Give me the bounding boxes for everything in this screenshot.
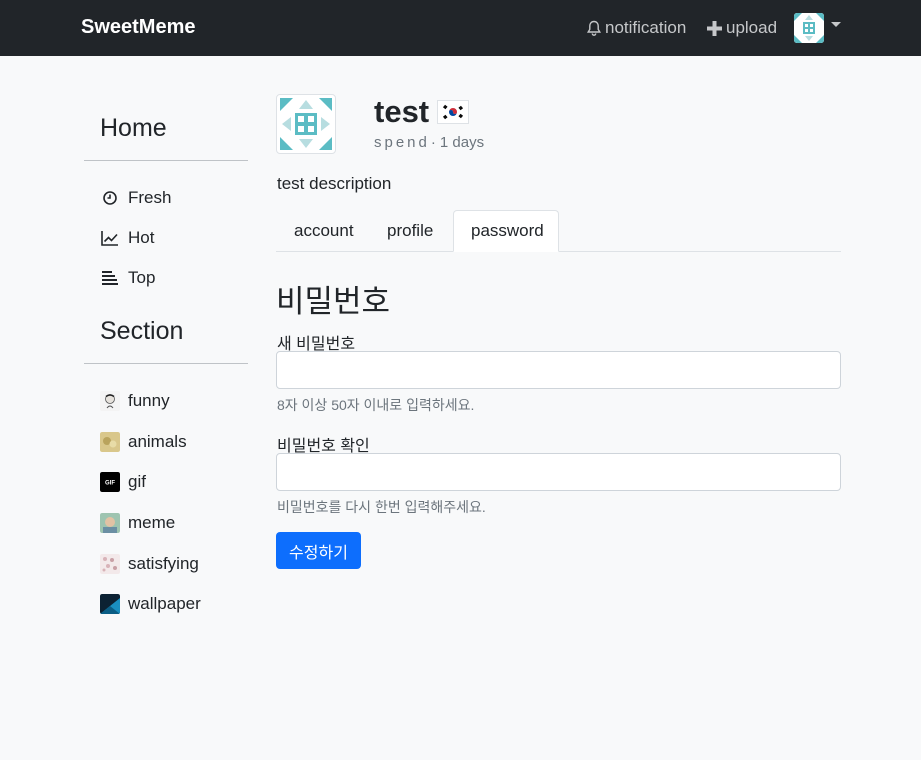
meme-thumbnail [100, 513, 120, 533]
sidebar-item-label: meme [128, 513, 176, 532]
brand-logo[interactable]: SweetMeme [81, 16, 196, 39]
sidebar-item-satisfying[interactable]: satisfying [100, 554, 199, 574]
meta-separator: · [430, 134, 436, 151]
notification-label: notification [605, 18, 687, 37]
gif-thumb-text: GIF [105, 481, 115, 487]
tab-account[interactable]: account [277, 210, 371, 252]
sidebar-item-animals[interactable]: animals [100, 432, 187, 452]
sidebar-divider [84, 160, 248, 161]
user-menu-toggle[interactable] [794, 13, 841, 43]
profile-username: test [374, 94, 430, 129]
funny-thumbnail [100, 391, 120, 411]
submit-button[interactable]: 수정하기 [276, 532, 361, 569]
sidebar-item-meme[interactable]: meme [100, 513, 175, 533]
form-title: 비밀번호 [276, 284, 391, 319]
satisfying-thumbnail [100, 554, 120, 574]
top-navbar: SweetMeme notification upload [0, 0, 921, 56]
profile-description: test description [277, 174, 392, 193]
profile-meta: spend · 1 days [374, 134, 484, 151]
sidebar-home-heading: Home [100, 114, 167, 142]
wallpaper-thumbnail [100, 594, 120, 614]
new-password-field[interactable] [276, 351, 841, 389]
sidebar-item-top[interactable]: Top [100, 268, 155, 288]
new-password-help: 8자 이상 50자 이내로 입력하세요. [277, 397, 475, 413]
sidebar-item-fresh[interactable]: Fresh [100, 188, 171, 208]
notification-link[interactable]: notification [586, 0, 686, 56]
plus-icon [707, 20, 722, 36]
sidebar-item-label: animals [128, 432, 187, 451]
upload-label: upload [726, 18, 778, 37]
korea-flag-icon [437, 100, 470, 124]
sidebar-section-heading: Section [100, 317, 184, 345]
settings-tabs: account profile password [276, 210, 841, 252]
sidebar-item-label: wallpaper [128, 594, 201, 613]
sidebar-item-gif[interactable]: GIF gif [100, 472, 146, 492]
sidebar-item-wallpaper[interactable]: wallpaper [100, 594, 201, 614]
profile-avatar [276, 94, 336, 154]
gif-thumbnail: GIF [100, 472, 120, 492]
confirm-password-help: 비밀번호를 다시 한번 입력해주세요. [277, 499, 486, 515]
sidebar-item-funny[interactable]: funny [100, 391, 170, 411]
clock-icon [100, 188, 120, 208]
profile-meta-spend: spend [374, 134, 430, 151]
caret-down-icon [831, 22, 841, 27]
sidebar-item-label: Fresh [128, 188, 172, 207]
bell-icon [586, 20, 602, 36]
profile-meta-days: 1 days [439, 134, 485, 151]
sidebar-divider [84, 363, 248, 364]
animals-thumbnail [100, 432, 120, 452]
profile-username-row: test [374, 94, 470, 130]
sidebar-item-label: funny [128, 391, 170, 410]
sidebar-item-label: satisfying [128, 554, 199, 573]
sidebar-item-label: Top [128, 268, 156, 287]
tab-password[interactable]: password [453, 210, 559, 252]
sidebar-item-label: gif [128, 472, 146, 491]
bars-icon [100, 268, 120, 288]
avatar [794, 13, 824, 43]
sidebar-item-label: Hot [128, 228, 155, 247]
trend-chart-icon [100, 228, 120, 248]
upload-link[interactable]: upload [706, 0, 777, 56]
tab-profile[interactable]: profile [370, 210, 450, 252]
confirm-password-field[interactable] [276, 453, 841, 491]
sidebar-item-hot[interactable]: Hot [100, 228, 154, 248]
